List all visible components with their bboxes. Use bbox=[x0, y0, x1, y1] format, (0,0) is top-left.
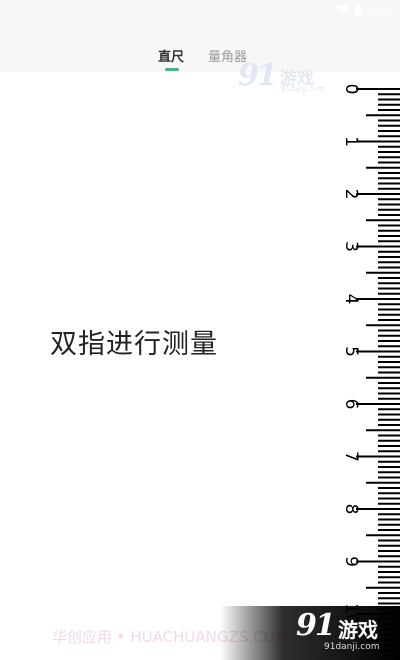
ruler-number: 6 bbox=[342, 399, 361, 410]
ruler-scale[interactable]: 012345678910 bbox=[342, 72, 400, 660]
ruler-number: 0 bbox=[342, 84, 361, 95]
watermark-logo-corner: 91 游戏 91danji.com bbox=[220, 606, 400, 660]
status-icons: 3:00 bbox=[336, 3, 392, 16]
corner-logo-number: 91 bbox=[296, 608, 336, 643]
ruler-number: 7 bbox=[342, 451, 361, 462]
active-tab-indicator bbox=[165, 68, 179, 71]
ruler-number: 8 bbox=[342, 504, 361, 515]
ruler-number: 4 bbox=[342, 294, 361, 305]
tab-header: 直尺 量角器 bbox=[0, 22, 400, 72]
status-bar: 3:00 bbox=[0, 0, 400, 22]
ruler[interactable]: 012345678910 bbox=[342, 72, 400, 660]
ruler-number: 1 bbox=[342, 136, 361, 147]
ruler-number: 3 bbox=[342, 241, 361, 252]
ruler-number: 2 bbox=[342, 189, 361, 200]
measure-hint: 双指进行测量 bbox=[50, 329, 218, 360]
tab-ruler[interactable]: 直尺 bbox=[158, 50, 184, 66]
ruler-number: 5 bbox=[342, 346, 361, 357]
watermark-logo-url: 91danji.com bbox=[281, 85, 325, 93]
watermark-logo-number: 91 bbox=[238, 58, 278, 93]
status-time: 3:00 bbox=[367, 3, 392, 16]
corner-logo-url: 91danji.com bbox=[324, 642, 380, 652]
ruler-number: 9 bbox=[342, 556, 361, 567]
corner-logo-text: 游戏 bbox=[338, 618, 378, 642]
watermark-logo-top: 91 游戏 91danji.com bbox=[238, 58, 330, 96]
battery-icon bbox=[355, 3, 363, 16]
wifi-icon bbox=[336, 4, 351, 15]
